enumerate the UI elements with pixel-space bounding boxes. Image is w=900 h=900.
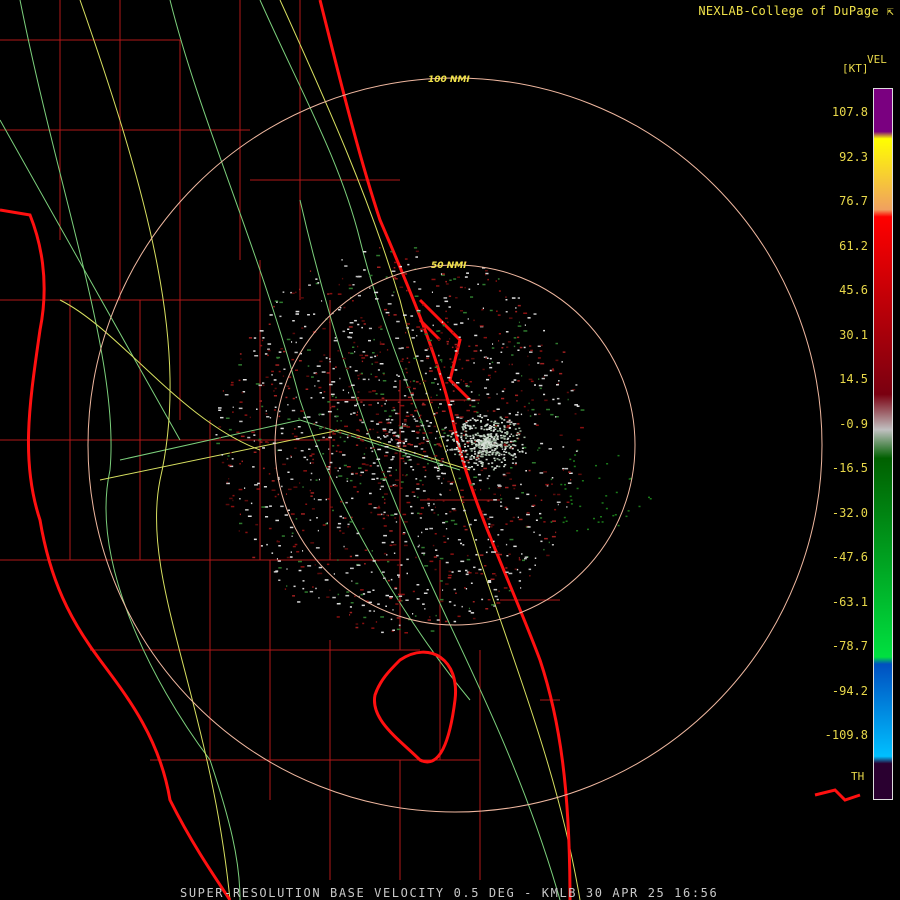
legend-tick: -47.6 [831, 550, 868, 564]
legend-tick: 107.8 [831, 105, 868, 119]
ring-label-50: 50 NMI [431, 261, 467, 271]
legend-tick: 14.5 [839, 372, 868, 386]
credit-header: NEXLAB-College of DuPage ⇱ [698, 4, 894, 18]
radar-map: 100 NMI 50 NMI [0, 0, 900, 900]
legend-product: VEL [867, 53, 887, 66]
product-footer: SUPER-RESOLUTION BASE VELOCITY 0.5 DEG -… [180, 886, 719, 900]
legend-tick: 76.7 [839, 194, 868, 208]
velocity-colorbar [873, 88, 893, 800]
legend-th-label: TH [851, 770, 865, 783]
legend-tick: -32.0 [831, 505, 868, 520]
legend-unit: [KT] [842, 62, 869, 75]
ring-label-100: 100 NMI [428, 75, 470, 85]
legend-tick: -63.1 [831, 594, 868, 609]
legend-tick: -16.5 [831, 461, 868, 475]
legend-tick: -94.2 [831, 683, 868, 698]
legend-tick: 45.6 [839, 283, 868, 297]
credit-text: NEXLAB-College of DuPage [698, 4, 879, 18]
legend-tick: 30.1 [839, 327, 868, 342]
legend-tick: 61.2 [839, 238, 868, 253]
legend-tick: 92.3 [839, 149, 868, 164]
legend-tick: -78.7 [831, 639, 868, 653]
nexlab-logo-icon: ⇱ [886, 4, 894, 18]
legend-tick: -0.9 [839, 416, 868, 431]
legend-tick: -109.8 [824, 728, 868, 742]
